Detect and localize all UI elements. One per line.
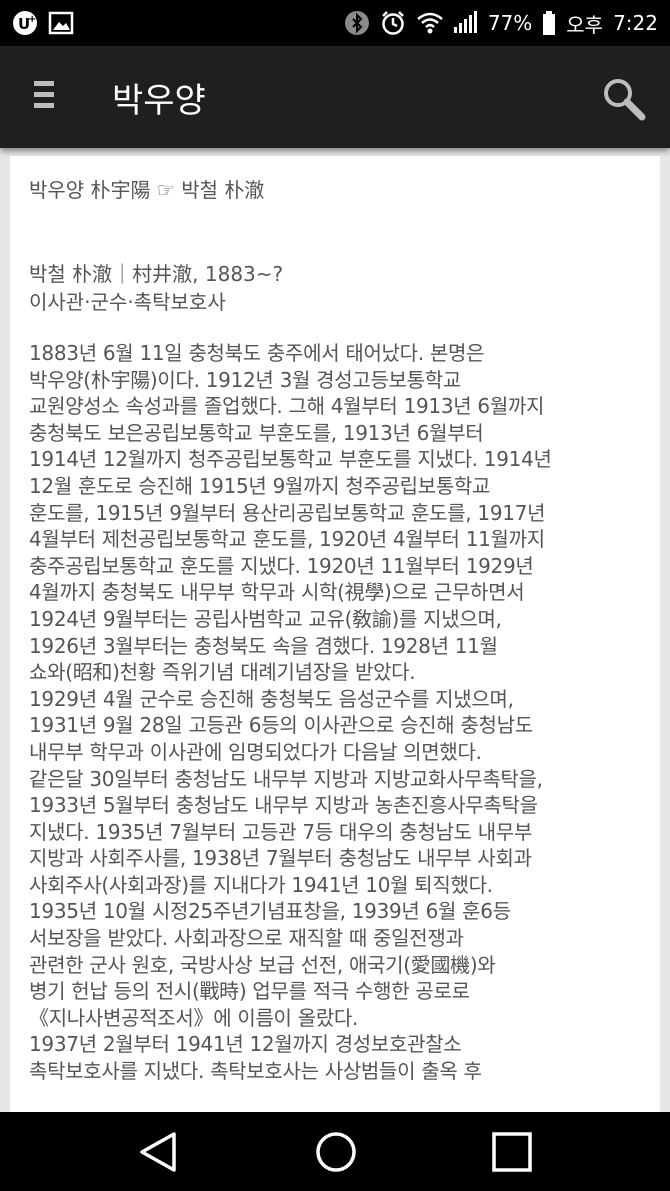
bio-line: 지방과 사회주사를, 1938년 7월부터 충청남도 내무부 사회과 [29, 846, 532, 871]
bio-line: 1926년 3월부터는 충청북도 속을 겸했다. 1928년 11월 [29, 633, 498, 658]
bio-line: 같은달 30일부터 충청남도 내무부 지방과 지방교화사무촉탁을, [29, 766, 543, 791]
app-bar: 박우양 [0, 46, 670, 148]
signal-icon [452, 10, 478, 36]
bluetooth-icon [344, 10, 370, 36]
bio-line: 내무부 학무과 이사관에 임명되었다가 다음날 의면했다. [29, 739, 482, 764]
bio-line: 교원양성소 속성과를 졸업했다. 그해 4월부터 1913년 6월까지 [29, 394, 545, 419]
clock-time: 7:22 [613, 11, 658, 35]
bio-line: 4월까지 충청북도 내무부 학무과 시학(視學)으로 근무하면서 [29, 580, 525, 605]
alarm-icon [380, 10, 406, 36]
bio-line: 4월부터 제천공립보통학교 훈도를, 1920년 4월부터 11월까지 [29, 527, 545, 552]
entry-heading[interactable]: 박우양 朴宇陽 ☞ 박철 朴澈 [29, 176, 640, 204]
bio-line: 1937년 2월부터 1941년 12월까지 경성보호관찰소 [29, 1032, 462, 1057]
battery-icon [542, 10, 556, 36]
bio-line: 병기 헌납 등의 전시(戰時) 업무를 적극 수행한 공로로 [29, 979, 470, 1004]
bio-line: 《지나사변공적조서》에 이름이 올랐다. [29, 1005, 359, 1030]
bio-line: 1883년 6월 11일 충청북도 충주에서 태어났다. 본명은 [29, 341, 485, 365]
person-name-line: 박철 朴澈｜村井澈, 1883~? [29, 262, 284, 286]
biography-text: 1883년 6월 11일 충청북도 충주에서 태어났다. 본명은 박우양(朴宇陽)… [29, 340, 640, 1085]
image-icon [48, 10, 74, 36]
bio-line: 충청북도 보은공립보통학교 부훈도를, 1913년 6월부터 [29, 420, 484, 445]
search-icon[interactable] [600, 76, 650, 122]
article-content: 박우양 朴宇陽 ☞ 박철 朴澈 박철 朴澈｜村井澈, 1883~? 이사관·군수… [10, 156, 660, 1116]
navigation-bar [0, 1112, 670, 1191]
home-icon[interactable] [306, 1124, 366, 1180]
back-icon[interactable] [128, 1124, 188, 1180]
status-right: 77% 오후 7:22 [344, 9, 658, 38]
recent-apps-icon[interactable] [482, 1124, 542, 1180]
bio-line: 사회주사(사회과장)를 지내다가 1941년 10월 퇴직했다. [29, 872, 493, 897]
bio-line: 지냈다. 1935년 7월부터 고등관 7등 대우의 충청남도 내무부 [29, 819, 533, 844]
bio-line: 충주공립보통학교 훈도를 지냈다. 1920년 11월부터 1929년 [29, 553, 534, 578]
am-pm-label: 오후 [566, 12, 604, 37]
page-title: 박우양 [112, 81, 206, 121]
status-bar: U + 77% 오후 7:22 [0, 0, 670, 46]
bio-line: 1924년 9월부터는 공립사범학교 교유(敎諭)를 지냈으며, [29, 606, 502, 631]
bio-line: 1931년 9월 28일 고등관 6등의 이사관으로 승진해 충청남도 [29, 713, 533, 738]
svg-text:+: + [28, 14, 36, 25]
bio-line: 쇼와(昭和)천황 즉위기념 대례기념장을 받았다. [29, 660, 416, 685]
person-role-line: 이사관·군수·촉탁보호사 [29, 290, 226, 314]
bio-line: 훈도를, 1915년 9월부터 용산리공립보통학교 훈도를, 1917년 [29, 500, 546, 525]
bio-line: 박우양(朴宇陽)이다. 1912년 3월 경성고등보통학교 [29, 367, 461, 392]
bio-line: 서보장을 받았다. 사회과장으로 재직할 때 중일전쟁과 [29, 926, 464, 951]
bio-line: 1933년 5월부터 충청남도 내무부 지방과 농촌진흥사무촉탁을 [29, 793, 538, 818]
bio-line: 촉탁보호사를 지냈다. 촉탁보호사는 사상범들이 출옥 후 [29, 1059, 482, 1084]
menu-icon[interactable] [34, 81, 58, 113]
status-left: U + [12, 10, 74, 36]
wifi-icon [416, 10, 443, 36]
battery-percent: 77% [487, 11, 533, 35]
bio-line: 1929년 4월 군수로 승진해 충청북도 음성군수를 지냈으며, [29, 686, 514, 711]
bio-line: 12월 훈도로 승진해 1915년 9월까지 청주공립보통학교 [29, 473, 491, 498]
bio-line: 1914년 12월까지 청주공립보통학교 부훈도를 지냈다. 1914년 [29, 447, 552, 472]
u-plus-icon: U + [12, 10, 38, 36]
bio-line: 1935년 10월 시정25주년기념표창을, 1939년 6월 훈6등 [29, 899, 511, 924]
bio-line: 관련한 군사 원호, 국방사상 보급 선전, 애국기(愛國機)와 [29, 952, 496, 977]
